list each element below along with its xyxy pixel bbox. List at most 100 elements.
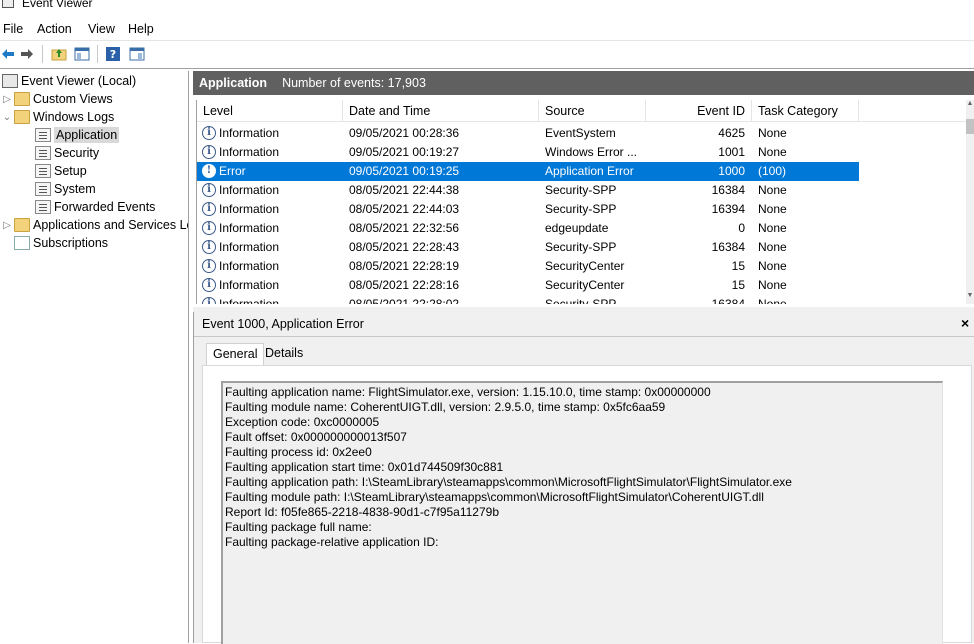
up-folder-icon[interactable]	[50, 45, 68, 63]
table-row[interactable]: i Information 08/05/2021 22:28:19 SecurityC…	[197, 257, 859, 276]
cell-level: Information	[219, 221, 280, 235]
cell-level: Information	[219, 183, 280, 197]
table-row[interactable]: i Information 08/05/2021 22:44:03 Security-…	[197, 200, 859, 219]
cell-event-id: 16384	[711, 183, 745, 197]
table-row[interactable]: i Information 08/05/2021 22:28:16 SecurityC…	[197, 276, 859, 295]
cell-level: Information	[219, 126, 280, 140]
information-icon: i	[202, 221, 216, 235]
scroll-thumb[interactable]	[966, 119, 974, 134]
back-icon[interactable]	[0, 45, 16, 63]
information-icon: i	[202, 183, 216, 197]
list-scrollbar[interactable]: ▲ ▼	[966, 100, 974, 304]
close-icon[interactable]: ×	[961, 315, 969, 331]
cell-date-time: 09/05/2021 00:19:27	[349, 145, 460, 159]
cell-task-category: None	[758, 240, 787, 254]
forward-icon[interactable]	[19, 45, 35, 63]
tree-item-security[interactable]: Security	[35, 144, 99, 162]
column-level[interactable]: Level	[197, 100, 343, 122]
menu-view[interactable]: View	[88, 22, 115, 36]
information-icon: i	[202, 240, 216, 254]
show-action-pane-icon[interactable]	[128, 45, 146, 63]
cell-level: Information	[219, 259, 280, 273]
cell-level: Information	[219, 202, 280, 216]
show-hide-console-tree-icon[interactable]	[73, 45, 91, 63]
toolbar: ?	[0, 41, 974, 67]
cell-level: Information	[219, 297, 280, 304]
tree-item-forwarded-events[interactable]: Forwarded Events	[35, 198, 155, 216]
table-row[interactable]: i Information 09/05/2021 00:28:36 EventSyst…	[197, 124, 859, 143]
menu-action[interactable]: Action	[37, 22, 72, 36]
tree-item-system[interactable]: System	[35, 180, 96, 198]
tree-label: Security	[54, 146, 100, 160]
cell-date-time: 09/05/2021 00:19:25	[349, 164, 460, 178]
cell-event-id: 15	[731, 259, 745, 273]
tree-item-event-viewer-local[interactable]: Event Viewer (Local)	[0, 72, 136, 90]
cell-event-id: 4625	[718, 126, 745, 140]
list-header: Level Date and Time Source Event ID Task…	[197, 100, 967, 122]
tree-item-applications-and-services[interactable]: ▷ Applications and Services Lo	[0, 216, 189, 234]
scroll-down-icon[interactable]: ▼	[966, 292, 974, 300]
scroll-up-icon[interactable]: ▲	[966, 100, 974, 108]
cell-date-time: 08/05/2021 22:28:02	[349, 297, 460, 304]
tree-item-application[interactable]: Application	[35, 126, 120, 144]
table-row[interactable]: i Information 08/05/2021 22:28:43 Security-…	[197, 238, 859, 257]
title-bar: Event Viewer	[0, 0, 974, 16]
tree-item-subscriptions[interactable]: Subscriptions	[14, 234, 108, 252]
table-row[interactable]: i Information 08/05/2021 22:28:02 Security-…	[197, 295, 859, 304]
log-icon	[35, 164, 51, 178]
event-description[interactable]: Faulting application name: FlightSimulat…	[221, 381, 943, 644]
cell-level: Information	[219, 278, 280, 292]
tree-label: Applications and Services Lo	[33, 218, 189, 232]
column-task-category[interactable]: Task Category	[752, 100, 859, 122]
tree-label: Event Viewer (Local)	[21, 74, 137, 88]
cell-source: Application Error	[545, 164, 634, 178]
toolbar-divider	[0, 68, 974, 69]
cell-task-category: None	[758, 297, 787, 304]
tree-item-setup[interactable]: Setup	[35, 162, 87, 180]
log-icon	[35, 200, 51, 214]
cell-task-category: None	[758, 259, 787, 273]
cell-event-id: 15	[731, 278, 745, 292]
cell-event-id: 1001	[718, 145, 745, 159]
table-row[interactable]: i Information 08/05/2021 22:44:38 Security-…	[197, 181, 859, 200]
cell-date-time: 08/05/2021 22:44:03	[349, 202, 460, 216]
description-line: Faulting module path: I:\SteamLibrary\st…	[225, 490, 764, 504]
toolbar-separator	[42, 45, 43, 63]
cell-date-time: 08/05/2021 22:28:43	[349, 240, 460, 254]
cell-task-category: None	[758, 278, 787, 292]
menu-bar: File Action View Help	[0, 18, 974, 41]
log-title: Application	[199, 76, 268, 90]
menu-help[interactable]: Help	[128, 22, 154, 36]
column-date-time[interactable]: Date and Time	[343, 100, 539, 122]
information-icon: i	[202, 202, 216, 216]
column-source[interactable]: Source	[539, 100, 646, 122]
event-count: Number of events: 17,903	[282, 76, 426, 90]
description-line: Faulting application name: FlightSimulat…	[225, 385, 711, 399]
error-icon: !	[202, 164, 216, 178]
tree-item-windows-logs[interactable]: ⌄ Windows Logs	[0, 108, 114, 126]
expand-icon[interactable]: ▷	[0, 94, 14, 105]
expand-icon[interactable]: ▷	[0, 220, 14, 231]
cell-event-id: 16384	[711, 240, 745, 254]
table-row[interactable]: i Information 08/05/2021 22:32:56 edgeupdat…	[197, 219, 859, 238]
help-icon[interactable]: ?	[104, 45, 122, 63]
console-tree: Event Viewer (Local) ▷ Custom Views ⌄ Wi…	[0, 71, 189, 643]
svg-text:?: ?	[110, 48, 116, 61]
table-row[interactable]: i Information 09/05/2021 00:19:27 Windows E…	[197, 143, 859, 162]
event-list: Level Date and Time Source Event ID Task…	[196, 100, 974, 304]
description-line: Faulting module name: CoherentUIGT.dll, …	[225, 400, 666, 414]
cell-date-time: 08/05/2021 22:28:19	[349, 259, 460, 273]
menu-file[interactable]: File	[3, 22, 23, 36]
tree-label: Windows Logs	[33, 110, 115, 124]
cell-task-category: None	[758, 126, 787, 140]
column-event-id[interactable]: Event ID	[646, 100, 752, 122]
description-line: Faulting package-relative application ID…	[225, 535, 439, 549]
folder-icon	[14, 92, 30, 106]
tab-general[interactable]: General	[206, 343, 265, 366]
table-row[interactable]: ! Error 09/05/2021 00:19:25 Application Err…	[197, 162, 859, 181]
tree-item-custom-views[interactable]: ▷ Custom Views	[0, 90, 113, 108]
collapse-icon[interactable]: ⌄	[0, 112, 14, 123]
cell-task-category: None	[758, 145, 787, 159]
tree-label: Subscriptions	[33, 236, 109, 250]
tab-details[interactable]: Details	[259, 343, 309, 366]
